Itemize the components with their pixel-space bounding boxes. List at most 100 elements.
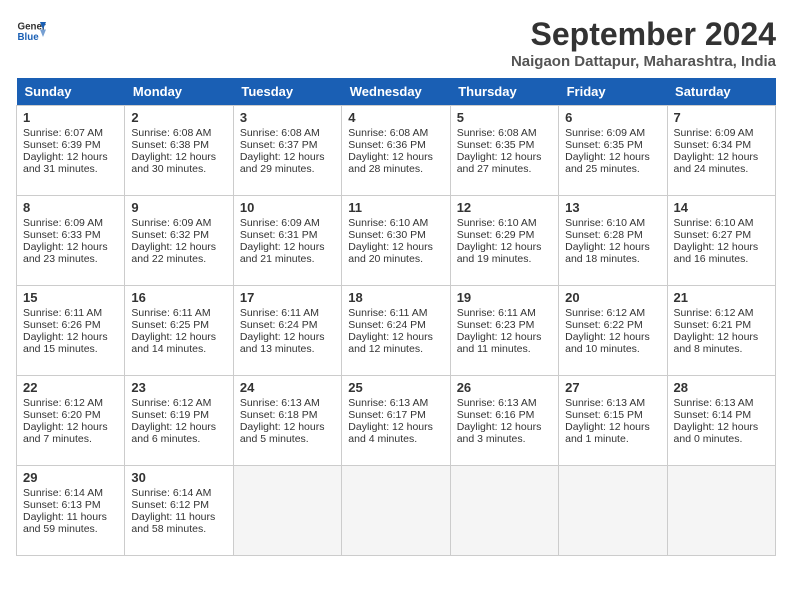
sunset-time: Sunset: 6:17 PM (348, 409, 426, 421)
sunset-time: Sunset: 6:24 PM (348, 319, 426, 331)
header-wednesday: Wednesday (342, 78, 450, 106)
daylight-hours: Daylight: 12 hours and 6 minutes. (131, 421, 216, 445)
table-row: 21 Sunrise: 6:12 AM Sunset: 6:21 PM Dayl… (667, 286, 775, 376)
sunrise-time: Sunrise: 6:11 AM (23, 307, 102, 319)
sunset-time: Sunset: 6:30 PM (348, 229, 426, 241)
empty-cell (233, 466, 341, 556)
sunrise-time: Sunrise: 6:08 AM (240, 127, 320, 139)
table-row: 15 Sunrise: 6:11 AM Sunset: 6:26 PM Dayl… (17, 286, 125, 376)
calendar-week-row: 8 Sunrise: 6:09 AM Sunset: 6:33 PM Dayli… (17, 196, 776, 286)
day-number: 9 (131, 200, 226, 215)
sunset-time: Sunset: 6:15 PM (565, 409, 643, 421)
sunset-time: Sunset: 6:25 PM (131, 319, 209, 331)
sunrise-time: Sunrise: 6:14 AM (23, 487, 103, 499)
sunrise-time: Sunrise: 6:07 AM (23, 127, 103, 139)
day-number: 20 (565, 290, 660, 305)
sunrise-time: Sunrise: 6:09 AM (240, 217, 320, 229)
table-row: 20 Sunrise: 6:12 AM Sunset: 6:22 PM Dayl… (559, 286, 667, 376)
daylight-hours: Daylight: 12 hours and 20 minutes. (348, 241, 433, 265)
title-area: September 2024 Naigaon Dattapur, Maharas… (511, 16, 776, 70)
table-row: 4 Sunrise: 6:08 AM Sunset: 6:36 PM Dayli… (342, 106, 450, 196)
table-row: 22 Sunrise: 6:12 AM Sunset: 6:20 PM Dayl… (17, 376, 125, 466)
sunrise-time: Sunrise: 6:11 AM (240, 307, 319, 319)
sunset-time: Sunset: 6:19 PM (131, 409, 209, 421)
day-number: 24 (240, 380, 335, 395)
header-sunday: Sunday (17, 78, 125, 106)
day-number: 21 (674, 290, 769, 305)
daylight-hours: Daylight: 12 hours and 10 minutes. (565, 331, 650, 355)
sunset-time: Sunset: 6:13 PM (23, 499, 101, 511)
sunset-time: Sunset: 6:16 PM (457, 409, 535, 421)
daylight-hours: Daylight: 12 hours and 21 minutes. (240, 241, 325, 265)
empty-cell (667, 466, 775, 556)
daylight-hours: Daylight: 12 hours and 13 minutes. (240, 331, 325, 355)
sunset-time: Sunset: 6:36 PM (348, 139, 426, 151)
sunset-time: Sunset: 6:23 PM (457, 319, 535, 331)
daylight-hours: Daylight: 12 hours and 28 minutes. (348, 151, 433, 175)
svg-text:Blue: Blue (18, 32, 40, 43)
header-tuesday: Tuesday (233, 78, 341, 106)
daylight-hours: Daylight: 12 hours and 3 minutes. (457, 421, 542, 445)
daylight-hours: Daylight: 11 hours and 58 minutes. (131, 511, 215, 535)
daylight-hours: Daylight: 12 hours and 16 minutes. (674, 241, 759, 265)
sunrise-time: Sunrise: 6:11 AM (348, 307, 427, 319)
sunrise-time: Sunrise: 6:13 AM (457, 397, 537, 409)
daylight-hours: Daylight: 12 hours and 25 minutes. (565, 151, 650, 175)
daylight-hours: Daylight: 12 hours and 11 minutes. (457, 331, 542, 355)
table-row: 8 Sunrise: 6:09 AM Sunset: 6:33 PM Dayli… (17, 196, 125, 286)
table-row: 12 Sunrise: 6:10 AM Sunset: 6:29 PM Dayl… (450, 196, 558, 286)
sunset-time: Sunset: 6:32 PM (131, 229, 209, 241)
daylight-hours: Daylight: 12 hours and 15 minutes. (23, 331, 108, 355)
sunrise-time: Sunrise: 6:11 AM (131, 307, 210, 319)
day-number: 2 (131, 110, 226, 125)
table-row: 16 Sunrise: 6:11 AM Sunset: 6:25 PM Dayl… (125, 286, 233, 376)
calendar-week-row: 1 Sunrise: 6:07 AM Sunset: 6:39 PM Dayli… (17, 106, 776, 196)
day-number: 28 (674, 380, 769, 395)
daylight-hours: Daylight: 12 hours and 23 minutes. (23, 241, 108, 265)
sunrise-time: Sunrise: 6:09 AM (674, 127, 754, 139)
day-number: 26 (457, 380, 552, 395)
sunset-time: Sunset: 6:14 PM (674, 409, 752, 421)
sunset-time: Sunset: 6:33 PM (23, 229, 101, 241)
table-row: 14 Sunrise: 6:10 AM Sunset: 6:27 PM Dayl… (667, 196, 775, 286)
day-number: 14 (674, 200, 769, 215)
sunrise-time: Sunrise: 6:12 AM (23, 397, 103, 409)
sunrise-time: Sunrise: 6:10 AM (565, 217, 645, 229)
daylight-hours: Daylight: 12 hours and 5 minutes. (240, 421, 325, 445)
table-row: 24 Sunrise: 6:13 AM Sunset: 6:18 PM Dayl… (233, 376, 341, 466)
sunset-time: Sunset: 6:35 PM (565, 139, 643, 151)
calendar-table: Sunday Monday Tuesday Wednesday Thursday… (16, 78, 776, 556)
logo: General Blue (16, 16, 46, 46)
sunrise-time: Sunrise: 6:13 AM (565, 397, 645, 409)
daylight-hours: Daylight: 12 hours and 4 minutes. (348, 421, 433, 445)
table-row: 7 Sunrise: 6:09 AM Sunset: 6:34 PM Dayli… (667, 106, 775, 196)
sunrise-time: Sunrise: 6:13 AM (240, 397, 320, 409)
sunset-time: Sunset: 6:26 PM (23, 319, 101, 331)
location-subtitle: Naigaon Dattapur, Maharashtra, India (511, 53, 776, 70)
sunrise-time: Sunrise: 6:09 AM (565, 127, 645, 139)
table-row: 11 Sunrise: 6:10 AM Sunset: 6:30 PM Dayl… (342, 196, 450, 286)
daylight-hours: Daylight: 12 hours and 30 minutes. (131, 151, 216, 175)
day-number: 17 (240, 290, 335, 305)
sunrise-time: Sunrise: 6:12 AM (565, 307, 645, 319)
sunrise-time: Sunrise: 6:08 AM (348, 127, 428, 139)
daylight-hours: Daylight: 12 hours and 7 minutes. (23, 421, 108, 445)
sunset-time: Sunset: 6:18 PM (240, 409, 318, 421)
day-number: 12 (457, 200, 552, 215)
sunrise-time: Sunrise: 6:12 AM (131, 397, 211, 409)
day-number: 15 (23, 290, 118, 305)
table-row: 23 Sunrise: 6:12 AM Sunset: 6:19 PM Dayl… (125, 376, 233, 466)
table-row: 30 Sunrise: 6:14 AM Sunset: 6:12 PM Dayl… (125, 466, 233, 556)
header-thursday: Thursday (450, 78, 558, 106)
sunrise-time: Sunrise: 6:14 AM (131, 487, 211, 499)
sunset-time: Sunset: 6:20 PM (23, 409, 101, 421)
day-number: 1 (23, 110, 118, 125)
sunset-time: Sunset: 6:35 PM (457, 139, 535, 151)
calendar-week-row: 22 Sunrise: 6:12 AM Sunset: 6:20 PM Dayl… (17, 376, 776, 466)
daylight-hours: Daylight: 12 hours and 24 minutes. (674, 151, 759, 175)
page-header: General Blue September 2024 Naigaon Datt… (16, 16, 776, 70)
sunset-time: Sunset: 6:39 PM (23, 139, 101, 151)
day-number: 7 (674, 110, 769, 125)
day-number: 19 (457, 290, 552, 305)
day-number: 13 (565, 200, 660, 215)
